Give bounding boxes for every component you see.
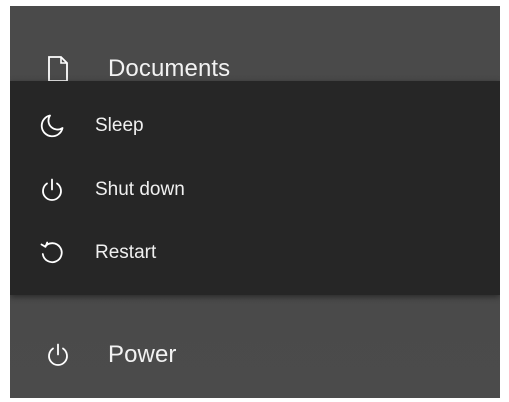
sleep-label: Sleep: [95, 115, 144, 136]
power-icon: [44, 341, 72, 369]
moon-icon: [38, 112, 66, 140]
power-button[interactable]: Power: [10, 324, 500, 386]
start-menu: Documents Sleep Shut down Restart Power: [10, 6, 500, 398]
document-icon: [44, 55, 72, 83]
restart-icon: [38, 239, 66, 267]
restart-option[interactable]: Restart: [10, 223, 500, 283]
power-options-flyout: Sleep Shut down Restart: [10, 81, 500, 295]
sleep-option[interactable]: Sleep: [10, 96, 500, 156]
power-label: Power: [108, 341, 177, 368]
power-icon: [38, 176, 66, 204]
shut-down-label: Shut down: [95, 179, 185, 200]
restart-label: Restart: [95, 242, 157, 263]
shut-down-option[interactable]: Shut down: [10, 160, 500, 220]
documents-label: Documents: [108, 55, 231, 82]
